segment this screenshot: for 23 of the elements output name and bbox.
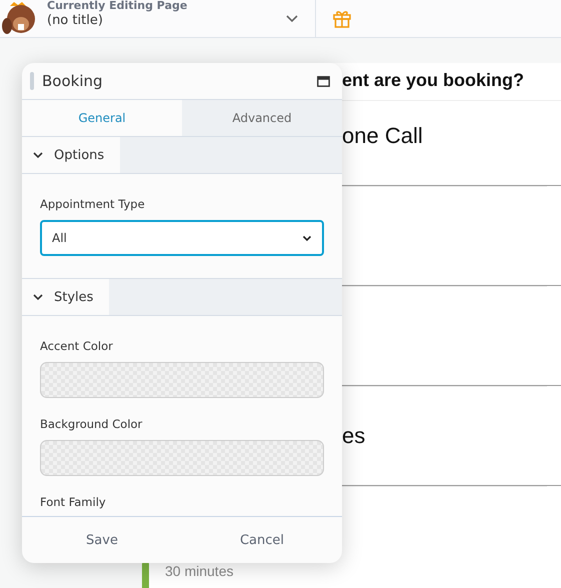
window-icon[interactable] (317, 76, 330, 86)
chevron-down-icon[interactable] (285, 14, 299, 24)
option-title: es (342, 422, 366, 449)
option-title: one Call (342, 122, 424, 149)
page-title: (no title) (47, 12, 104, 30)
field-label: Background Color (40, 417, 144, 431)
panel-title: Booking (42, 72, 104, 90)
section-toggle[interactable]: Options (22, 137, 120, 173)
color-swatch[interactable] (40, 440, 324, 476)
select-field[interactable]: All (40, 220, 324, 256)
footer-button[interactable]: Cancel (182, 517, 342, 563)
footer-button[interactable]: Save (22, 517, 182, 563)
tab[interactable]: Advanced (182, 100, 342, 136)
field-label: Accent Color (40, 339, 114, 353)
drag-handle[interactable] (30, 72, 34, 90)
field-label: Font Family (40, 495, 107, 509)
gift-icon[interactable] (332, 8, 352, 28)
field-label: Appointment Type (40, 197, 146, 211)
color-swatch[interactable] (40, 362, 324, 398)
caption: Currently Editing Page (47, 0, 188, 12)
chevron-down-icon (302, 234, 312, 242)
duration-text: 30 minutes (165, 563, 234, 579)
section-toggle[interactable]: Styles (22, 279, 110, 315)
